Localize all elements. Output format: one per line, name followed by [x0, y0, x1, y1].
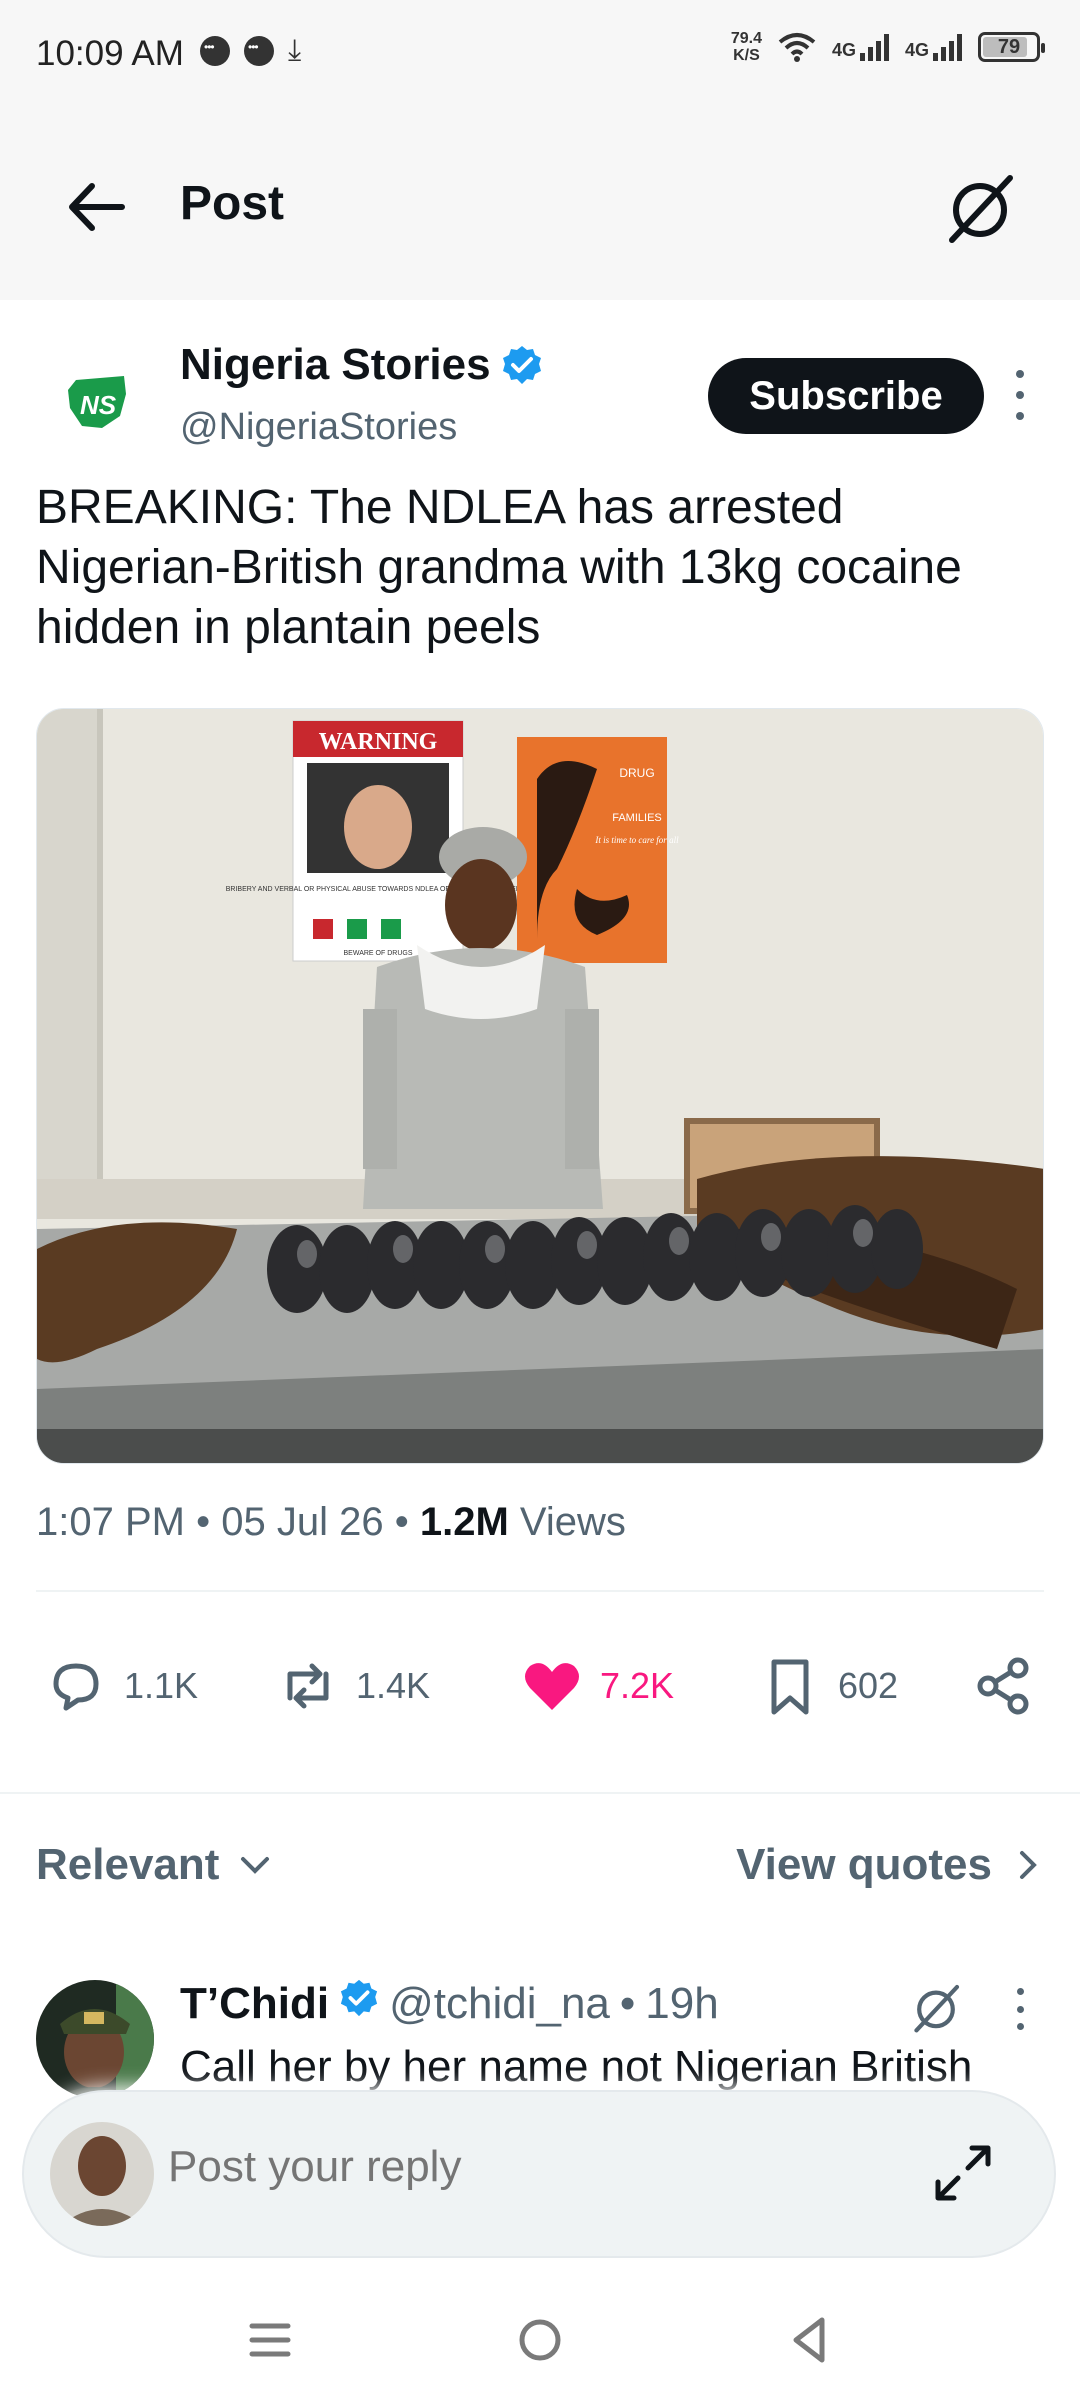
download-icon: ⤓ — [288, 34, 302, 67]
chat-notification-icon — [200, 36, 230, 66]
post-timestamp: 1:07 PM • 05 Jul 26 • 1.2M Views — [36, 1500, 626, 1545]
separator: • — [196, 1500, 211, 1544]
signal-1: 4G — [832, 33, 889, 61]
views-count: 1.2M — [419, 1500, 509, 1544]
network-speed-value: 79.4 — [730, 30, 762, 47]
svg-text:BEWARE OF DRUGS: BEWARE OF DRUGS — [344, 950, 413, 957]
post-time: 1:07 PM — [36, 1500, 185, 1544]
chevron-down-icon — [241, 1857, 270, 1874]
expand-icon[interactable] — [928, 2138, 998, 2208]
svg-text:NS: NS — [80, 390, 117, 420]
separator: • — [619, 1979, 636, 2028]
back-icon[interactable] — [778, 2308, 842, 2372]
reply-avatar-photo — [36, 1980, 154, 2098]
notification-icons: ⤓ — [200, 36, 301, 66]
share-button[interactable] — [972, 1654, 1036, 1718]
heart-icon — [525, 1663, 579, 1710]
more-options-icon[interactable] — [1006, 370, 1034, 420]
status-bar: 10:09 AM ⤓ 79.4 K/S 4G 4G 79 — [0, 0, 1080, 110]
user-avatar-photo — [50, 2122, 154, 2226]
reply-input[interactable] — [168, 2142, 768, 2192]
network-type: 4G — [831, 40, 856, 60]
reply-composer[interactable] — [22, 2090, 1056, 2258]
author-name[interactable]: Nigeria Stories — [180, 340, 491, 390]
view-quotes-label: View quotes — [736, 1840, 992, 1889]
subscribe-button[interactable]: Subscribe — [708, 358, 984, 434]
page-title: Post — [180, 177, 285, 230]
wifi-icon — [778, 33, 816, 62]
svg-text:FAMILIES: FAMILIES — [612, 812, 662, 824]
repost-count: 1.4K — [356, 1665, 431, 1706]
network-type: 4G — [904, 40, 929, 60]
svg-text:WARNING: WARNING — [319, 729, 438, 755]
network-speed-unit: K/S — [733, 47, 760, 64]
battery-icon: 79 — [978, 32, 1045, 62]
top-nav: Post — [0, 110, 1080, 300]
home-icon[interactable] — [508, 2308, 572, 2372]
repost-button[interactable]: 1.4K — [276, 1654, 430, 1718]
reply-sort-dropdown[interactable]: Relevant — [36, 1840, 273, 1890]
back-arrow-icon[interactable] — [62, 172, 132, 242]
signal-bars-icon — [859, 33, 889, 61]
status-time: 10:09 AM — [36, 34, 184, 73]
repost-icon — [287, 1663, 329, 1709]
svg-text:It is time to care for all: It is time to care for all — [594, 835, 679, 845]
reply-icon — [53, 1663, 99, 1711]
reply-button[interactable]: 1.1K — [44, 1654, 198, 1718]
divider — [36, 1590, 1044, 1592]
system-nav-bar — [0, 2280, 1080, 2400]
bookmark-button[interactable]: 602 — [758, 1654, 898, 1718]
verified-badge-icon — [502, 346, 541, 384]
signal-2: 4G — [905, 33, 962, 61]
share-icon — [977, 1657, 1029, 1715]
network-speed: 79.4 K/S — [731, 30, 762, 64]
reply-author-name[interactable]: T’Chidi — [180, 1979, 329, 2029]
status-indicators: 79.4 K/S 4G 4G 79 — [731, 30, 1045, 64]
reply-header: T’Chidi @tchidi_na • 19h — [180, 1978, 719, 2029]
reply-age: 19h — [645, 1979, 719, 2028]
post-image[interactable]: WARNING BRIBERY AND VERBAL OR PHYSICAL A… — [36, 708, 1044, 1464]
svg-text:DRUG: DRUG — [619, 766, 654, 780]
bookmark-count: 602 — [838, 1665, 899, 1706]
sort-label: Relevant — [36, 1840, 220, 1889]
bookmark-icon — [771, 1659, 809, 1715]
verified-badge-icon — [340, 1979, 378, 2017]
author-name-row[interactable]: Nigeria Stories — [180, 340, 543, 390]
chevron-right-icon — [1020, 1851, 1037, 1879]
reply-author-handle[interactable]: @tchidi_na — [389, 1979, 610, 2029]
like-button[interactable]: 7.2K — [520, 1654, 674, 1718]
post-date: 05 Jul 26 — [221, 1500, 384, 1544]
grok-icon[interactable] — [940, 168, 1020, 248]
reply-more-options-icon[interactable] — [1008, 1988, 1032, 2030]
separator: • — [394, 1500, 409, 1544]
like-count: 7.2K — [600, 1665, 675, 1706]
grok-icon[interactable] — [908, 1980, 964, 2036]
view-quotes-link[interactable]: View quotes — [736, 1840, 1044, 1890]
reply-text: Call her by her name not Nigerian Britis… — [180, 2042, 973, 2091]
chat-notification-icon — [244, 36, 274, 66]
recent-apps-icon[interactable] — [238, 2308, 302, 2372]
views-label: Views — [519, 1500, 626, 1544]
reply-avatar[interactable] — [36, 1980, 154, 2098]
signal-bars-icon — [933, 33, 962, 61]
battery-level: 79 — [997, 35, 1021, 58]
user-avatar — [50, 2122, 154, 2226]
post-text: BREAKING: The NDLEA has arrested Nigeria… — [36, 481, 962, 654]
author-avatar[interactable]: NS — [36, 342, 160, 466]
reply-count: 1.1K — [124, 1665, 199, 1706]
post-photo: WARNING BRIBERY AND VERBAL OR PHYSICAL A… — [37, 709, 1043, 1463]
divider — [0, 1792, 1080, 1794]
author-handle[interactable]: @NigeriaStories — [180, 406, 457, 449]
post-actions: 1.1K 1.4K 7.2K 602 — [0, 1640, 1080, 1736]
nigeria-stories-logo: NS — [68, 376, 126, 428]
